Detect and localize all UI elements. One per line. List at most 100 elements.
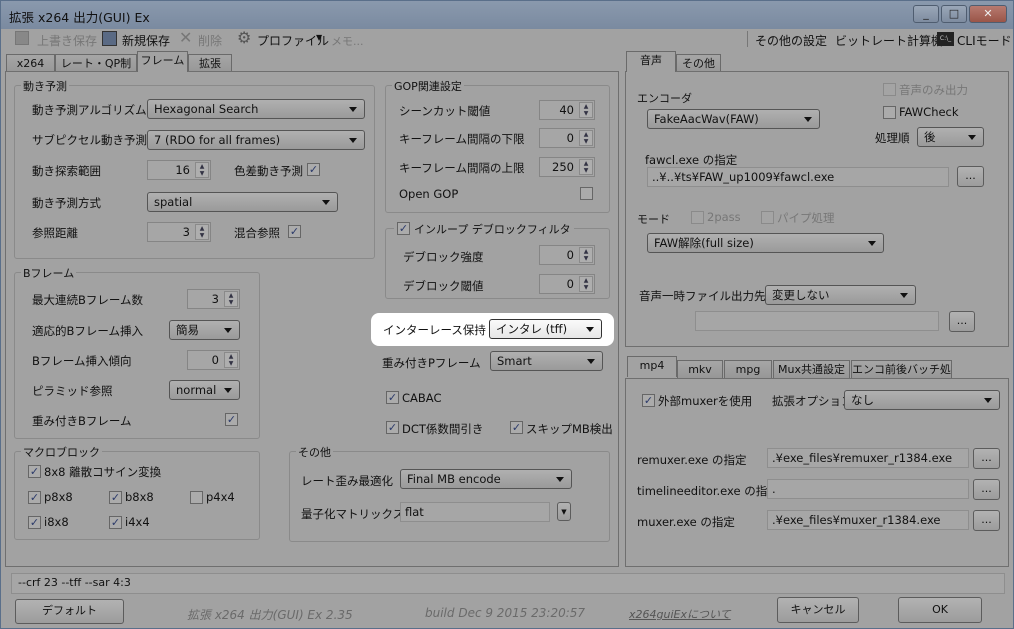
minimize-button[interactable]: _ [913,5,939,23]
trellis-select[interactable]: Final MB encode [400,469,572,489]
memo-button[interactable]: メモ... [331,33,364,49]
external-muxer-checkbox[interactable]: ✓ [642,394,655,407]
deblock-checkbox[interactable]: ✓ [397,222,410,235]
spin-arrows-icon[interactable]: ▲ ▼ [224,291,238,307]
remuxer-path-field[interactable]: .¥exe_files¥remuxer_r1384.exe [767,448,969,468]
other-group: その他 [289,444,610,542]
tab-mp4[interactable]: mp4 [627,356,677,377]
cli-mode-button[interactable]: CLIモード [957,32,1012,49]
bitrate-calc-button[interactable]: ビットレート計算機 [835,32,943,49]
b-adapt-select[interactable]: 簡易 [169,320,240,340]
timelineeditor-path-field[interactable]: .¥exe_files¥timelineeditor_r1384.exe [767,479,969,499]
maximize-button[interactable]: □ [941,5,967,23]
audio-only-checkbox[interactable] [883,83,896,96]
temp-dir-select[interactable]: 変更しない [765,285,916,305]
tab-frame[interactable]: フレーム [137,51,188,72]
keyint-max-value: 250 [552,160,574,174]
spin-arrows-icon[interactable]: ▲ ▼ [579,276,593,292]
timelineeditor-browse-button[interactable]: ... [973,479,1000,500]
p8x8-checkbox[interactable]: ✓ [28,491,41,504]
pipe-checkbox[interactable] [761,211,774,224]
command-line-field[interactable]: --crf 23 --tff --sar 4:3 [11,573,1005,594]
interlace-highlight: インターレース保持 インタレ (tff) [371,313,614,346]
2pass-checkbox[interactable] [691,211,704,224]
new-save-button[interactable]: 新規保存 [122,32,170,49]
b-bias-spinner[interactable]: 0 ▲ ▼ [187,350,240,370]
cabac-checkbox[interactable]: ✓ [386,391,399,404]
motion-algo-select[interactable]: Hexagonal Search [147,99,365,119]
muxer-browse-button[interactable]: ... [973,510,1000,531]
temp-dir-path-field[interactable] [695,311,939,331]
ext-option-label: 拡張オプション [772,394,853,408]
scenecut-value: 40 [559,103,574,117]
audio-exe-path-field[interactable]: ..¥..¥ts¥FAW_up1009¥fawcl.exe [647,167,949,187]
delete-button[interactable]: 削除 [198,32,222,49]
me-range-label: 動き探索範囲 [32,164,101,178]
cqm-label: 量子化マトリックス [301,507,405,521]
tab-mux-common[interactable]: Mux共通設定 [773,360,850,379]
encoder-select[interactable]: FakeAacWav(FAW) [647,109,820,129]
separator [747,31,748,47]
spin-arrows-icon[interactable]: ▲ ▼ [579,159,593,175]
b8x8-label: b8x8 [125,490,154,504]
faw-check-checkbox[interactable] [883,106,896,119]
bframes-spinner[interactable]: 3 ▲ ▼ [187,289,240,309]
spin-arrows-icon[interactable]: ▲ ▼ [195,224,209,240]
audio-exe-browse-button[interactable]: ... [957,166,984,187]
ok-button[interactable]: OK [898,597,982,623]
tab-mpg[interactable]: mpg [724,360,772,379]
interlace-label: インターレース保持 [383,323,486,337]
deblock-threshold-spinner[interactable]: 0 ▲ ▼ [539,274,595,294]
order-select[interactable]: 後 [917,127,984,147]
open-gop-checkbox[interactable] [580,187,593,200]
p4x4-checkbox[interactable] [190,491,203,504]
audio-mode-select[interactable]: FAW解除(full size) [647,233,884,253]
default-button[interactable]: デフォルト [15,599,124,624]
temp-dir-browse-button[interactable]: ... [949,311,975,332]
weightp-select[interactable]: Smart [490,351,603,371]
dct8x8-label: 8x8 離散コサイン変換 [44,465,162,479]
me-range-spinner[interactable]: 16 ▲ ▼ [147,160,211,180]
weightb-checkbox[interactable]: ✓ [225,413,238,426]
spin-arrows-icon[interactable]: ▲ ▼ [195,162,209,178]
tab-mkv[interactable]: mkv [677,360,723,379]
muxer-path-field[interactable]: .¥exe_files¥muxer_r1384.exe [767,510,969,530]
interlace-select[interactable]: インタレ (tff) [489,319,602,339]
spin-arrows-icon[interactable]: ▲ ▼ [579,130,593,146]
tab-batch[interactable]: エンコ前後バッチ処理 [851,360,952,393]
audio-panel: エンコーダ FakeAacWav(FAW) 音声のみ出力 FAWCheck 処理… [625,71,1009,347]
i4x4-checkbox[interactable]: ✓ [109,516,122,529]
spin-arrows-icon[interactable]: ▲ ▼ [579,102,593,118]
gear-icon: ⚙ [237,28,252,47]
close-button[interactable]: ✕ [969,5,1007,23]
ext-option-select[interactable]: なし [844,390,1000,410]
tab-audio[interactable]: 音声 [626,51,676,72]
remuxer-browse-button[interactable]: ... [973,448,1000,469]
cqm-dropdown-button[interactable]: ▼ [557,502,571,521]
mixed-refs-checkbox[interactable]: ✓ [288,225,301,238]
title-bar: 拡張 x264 出力(GUI) Ex _ □ ✕ [1,1,1013,29]
scenecut-spinner[interactable]: 40 ▲ ▼ [539,100,595,120]
dct8x8-checkbox[interactable]: ✓ [28,465,41,478]
dct-decimate-checkbox[interactable]: ✓ [386,421,399,434]
spin-arrows-icon[interactable]: ▲ ▼ [224,352,238,368]
keyint-min-spinner[interactable]: 0 ▲ ▼ [539,128,595,148]
deblock-strength-spinner[interactable]: 0 ▲ ▼ [539,245,595,265]
direct-mode-label: 動き予測方式 [32,196,101,210]
b8x8-checkbox[interactable]: ✓ [109,491,122,504]
subpel-select[interactable]: 7 (RDO for all frames) [147,130,365,150]
cancel-button[interactable]: キャンセル [777,597,859,623]
cqm-field[interactable]: flat [400,502,550,522]
fast-pskip-checkbox[interactable]: ✓ [510,421,523,434]
i8x8-checkbox[interactable]: ✓ [28,516,41,529]
b-pyramid-select[interactable]: normal [169,380,240,400]
b-pyramid-label: ピラミッド参照 [32,384,113,398]
spin-arrows-icon[interactable]: ▲ ▼ [579,247,593,263]
chroma-me-checkbox[interactable]: ✓ [307,163,320,176]
about-link[interactable]: x264guiExについて [629,606,731,622]
ref-frames-spinner[interactable]: 3 ▲ ▼ [147,222,211,242]
direct-mode-select[interactable]: spatial [147,192,338,212]
overwrite-save-button[interactable]: 上書き保存 [37,32,97,49]
keyint-max-spinner[interactable]: 250 ▲ ▼ [539,157,595,177]
other-settings-button[interactable]: その他の設定 [755,32,827,49]
